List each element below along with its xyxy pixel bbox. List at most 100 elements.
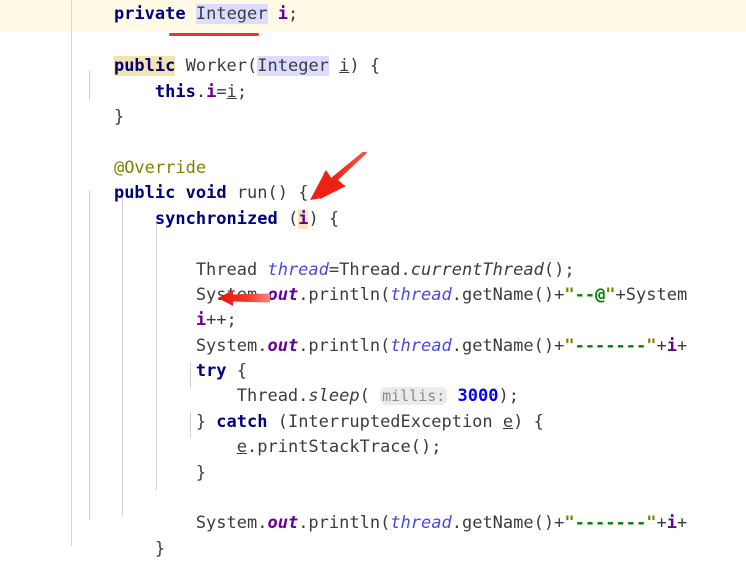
code-token: .getName()+ <box>451 335 565 356</box>
code-token: i <box>195 310 207 331</box>
code-line[interactable]: synchronized (i) { <box>0 207 746 232</box>
code-token: void <box>185 183 227 204</box>
code-token: this <box>154 81 196 102</box>
code-token: @Override <box>113 157 207 178</box>
code-token: out <box>267 335 299 356</box>
code-token: sleep <box>308 386 360 407</box>
annotation-arrow-left <box>218 290 270 306</box>
code-line[interactable]: private Integer i; <box>0 0 746 29</box>
code-line[interactable]: i++; <box>0 308 746 333</box>
code-line[interactable]: e.printStackTrace(); <box>0 435 746 460</box>
code-token: = <box>216 81 227 102</box>
code-line[interactable]: this.i=i; <box>0 80 746 105</box>
code-token: ); <box>498 386 519 407</box>
code-line[interactable]: System.out.println(thread.getName()+"--@… <box>0 283 746 308</box>
code-line[interactable] <box>0 131 746 156</box>
code-token: ( <box>277 208 299 229</box>
code-line[interactable]: Thread thread=Thread.currentThread(); <box>0 258 746 283</box>
code-token: ; <box>288 4 299 24</box>
code-content[interactable]: private Integer i; public Worker(Integer… <box>0 0 746 562</box>
code-token: ) { <box>349 56 381 77</box>
code-token: 3000 <box>457 386 499 407</box>
code-token: . <box>195 81 207 102</box>
code-token: e <box>236 437 248 458</box>
code-token: currentThread <box>410 259 544 280</box>
code-token: Thread <box>73 259 268 280</box>
code-token: .println( <box>298 513 391 534</box>
code-token: } <box>73 462 207 483</box>
code-line[interactable] <box>0 232 746 257</box>
code-token: i <box>339 56 350 77</box>
code-token: run() { <box>226 183 309 204</box>
code-token: " <box>646 335 657 356</box>
code-token: Thread. <box>73 386 309 407</box>
code-line[interactable]: try { <box>0 359 746 384</box>
code-token: Worker( <box>175 56 258 77</box>
code-token: +System <box>615 284 688 305</box>
code-line[interactable]: public Worker(Integer i) { <box>0 54 746 79</box>
code-line[interactable] <box>0 29 746 54</box>
code-token: " <box>564 513 575 534</box>
code-token: " <box>564 335 575 356</box>
code-line[interactable]: System.out.println(thread.getName()+"---… <box>0 511 746 536</box>
code-token: --@ <box>574 284 606 305</box>
code-token: out <box>267 513 299 534</box>
code-token: + <box>656 335 667 356</box>
code-token: ------- <box>574 513 647 534</box>
code-line[interactable] <box>0 486 746 511</box>
code-token: try <box>195 361 227 382</box>
code-editor[interactable]: private Integer i; public Worker(Integer… <box>0 0 746 559</box>
code-token: + <box>676 335 688 356</box>
code-token: i <box>298 208 309 229</box>
code-line[interactable]: public void run() { <box>0 181 746 206</box>
code-line[interactable]: @Override <box>0 156 746 181</box>
code-token: thread <box>390 335 452 356</box>
code-line[interactable]: } catch (InterruptedException e) { <box>0 410 746 435</box>
code-token: (InterruptedException <box>267 411 503 432</box>
code-token: thread <box>267 259 329 280</box>
code-line[interactable]: } <box>0 105 746 130</box>
code-token: System. <box>73 513 268 534</box>
code-token: i <box>226 81 237 102</box>
code-line[interactable]: Thread.sleep( millis: 3000); <box>0 384 746 409</box>
code-token: } <box>73 411 217 432</box>
code-token: i <box>206 81 217 102</box>
code-line[interactable]: System.out.println(thread.getName()+"---… <box>0 334 746 359</box>
code-token: thread <box>390 284 452 305</box>
code-token: e <box>502 411 514 432</box>
code-token: } <box>73 107 125 128</box>
code-token: { <box>226 361 248 382</box>
code-token: i <box>277 4 289 24</box>
code-token: (); <box>543 259 575 280</box>
code-token: Integer <box>257 56 329 77</box>
code-token: } <box>73 538 166 559</box>
code-token: =Thread. <box>328 259 411 280</box>
code-token: ; <box>236 81 248 102</box>
code-token: catch <box>216 411 268 432</box>
code-token: System. <box>73 335 268 356</box>
code-token: i <box>666 335 677 356</box>
code-token: thread <box>390 513 452 534</box>
code-token: ++; <box>206 310 237 331</box>
code-token: + <box>656 513 667 534</box>
code-token: " <box>646 513 657 534</box>
code-line[interactable]: } <box>0 537 746 562</box>
code-token: .println( <box>298 335 391 356</box>
code-line[interactable]: } <box>0 461 746 486</box>
code-token: .println( <box>298 284 391 305</box>
code-token: .printStackTrace(); <box>247 437 442 458</box>
code-token: public <box>113 183 176 204</box>
code-token: i <box>666 513 677 534</box>
code-token: .getName()+ <box>451 513 565 534</box>
